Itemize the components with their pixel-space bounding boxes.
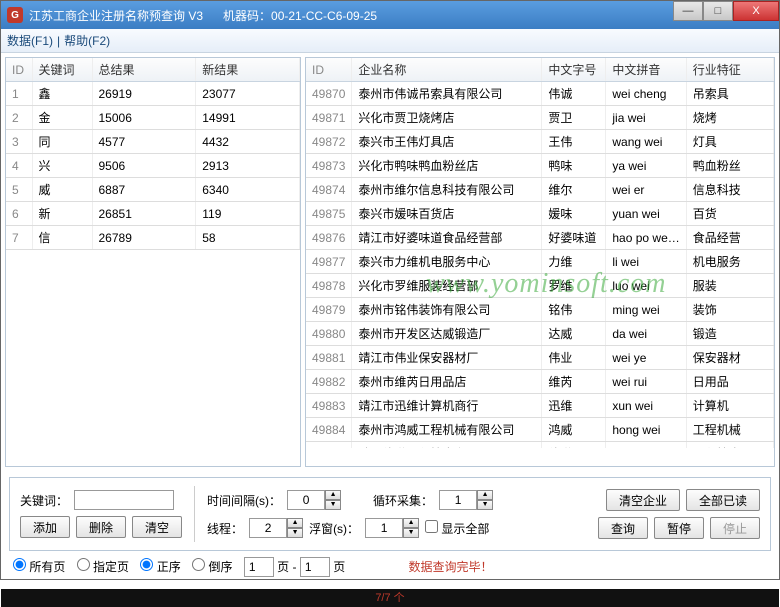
title-bar: G 江苏工商企业注册名称预查询 V3 机器码：00-21-CC-C6-09-25… bbox=[1, 1, 779, 29]
table-row[interactable]: 49871兴化市贾卫烧烤店贾卫jia wei烧烤 bbox=[306, 106, 774, 130]
pause-button[interactable]: 暂停 bbox=[654, 517, 704, 539]
page-to-input[interactable] bbox=[300, 557, 330, 577]
table-row[interactable]: 7信2678958 bbox=[6, 226, 300, 250]
keyword-label: 关键词： bbox=[20, 492, 68, 509]
table-row[interactable]: 5威68876340 bbox=[6, 178, 300, 202]
status-bar: 7/7 个 bbox=[1, 589, 779, 607]
thread-label: 线程： bbox=[207, 520, 243, 537]
float-up[interactable]: ▲ bbox=[403, 518, 419, 528]
table-row[interactable]: 49872泰兴市王伟灯具店王伟wang wei灯具 bbox=[306, 130, 774, 154]
table-row[interactable]: 49874泰州市维尔信息科技有限公司维尔wei er信息科技 bbox=[306, 178, 774, 202]
table-row[interactable]: 4兴95062913 bbox=[6, 154, 300, 178]
column-header[interactable]: 行业特征 bbox=[686, 58, 773, 82]
table-row[interactable]: 49875泰兴市媛味百货店媛味yuan wei百货 bbox=[306, 202, 774, 226]
control-panel: 关键词： 添加 删除 清空 时间间隔(s)： ▲▼ 循环采集： ▲▼ 清空企业 … bbox=[9, 477, 771, 551]
interval-down[interactable]: ▼ bbox=[325, 500, 341, 510]
table-row[interactable]: 6新26851119 bbox=[6, 202, 300, 226]
page-from-input[interactable] bbox=[244, 557, 274, 577]
table-row[interactable]: 49879泰州市铭伟装饰有限公司铭伟ming wei装饰 bbox=[306, 298, 774, 322]
app-icon: G bbox=[7, 7, 23, 23]
loop-down[interactable]: ▼ bbox=[477, 500, 493, 510]
interval-input[interactable] bbox=[287, 490, 325, 510]
float-input[interactable] bbox=[365, 518, 403, 538]
column-header[interactable]: 中文拼音 bbox=[606, 58, 686, 82]
all-read-button[interactable]: 全部已读 bbox=[686, 489, 760, 511]
spec-page-radio[interactable]: 指定页 bbox=[77, 560, 129, 574]
keyword-table-pane: ID关键词总结果新结果 1鑫26919230772金15006149913同45… bbox=[5, 57, 301, 467]
thread-up[interactable]: ▲ bbox=[287, 518, 303, 528]
keyword-input[interactable] bbox=[74, 490, 174, 510]
table-row[interactable]: 49873兴化市鸭味鸭血粉丝店鸭味ya wei鸭血粉丝 bbox=[306, 154, 774, 178]
loop-label: 循环采集： bbox=[373, 492, 433, 509]
machine-code: 机器码：00-21-CC-C6-09-25 bbox=[223, 7, 673, 24]
all-pages-radio[interactable]: 所有页 bbox=[13, 560, 65, 574]
table-row[interactable]: 49881靖江市伟业保安器材厂伟业wei ye保安器材 bbox=[306, 346, 774, 370]
column-header[interactable]: 新结果 bbox=[196, 58, 300, 82]
float-down[interactable]: ▼ bbox=[403, 528, 419, 538]
enterprise-table: ID企业名称中文字号中文拼音行业特征 49870泰州市伟诚吊索具有限公司伟诚we… bbox=[306, 58, 774, 448]
maximize-button[interactable]: □ bbox=[703, 1, 733, 21]
clear-enterprise-button[interactable]: 清空企业 bbox=[606, 489, 680, 511]
status-message: 数据查询完毕！ bbox=[409, 560, 493, 574]
menu-bar: 数据(F1) | 帮助(F2) bbox=[1, 29, 779, 53]
float-label: 浮窗(s)： bbox=[309, 520, 359, 537]
table-row[interactable]: 1鑫2691923077 bbox=[6, 82, 300, 106]
table-row[interactable]: 3同45774432 bbox=[6, 130, 300, 154]
desc-radio[interactable]: 倒序 bbox=[192, 560, 232, 574]
minimize-button[interactable]: — bbox=[673, 1, 703, 21]
enterprise-table-pane: ID企业名称中文字号中文拼音行业特征 49870泰州市伟诚吊索具有限公司伟诚we… bbox=[305, 57, 775, 467]
interval-up[interactable]: ▲ bbox=[325, 490, 341, 500]
loop-up[interactable]: ▲ bbox=[477, 490, 493, 500]
column-header[interactable]: 总结果 bbox=[92, 58, 196, 82]
show-all-checkbox[interactable]: 显示全部 bbox=[425, 520, 489, 537]
delete-button[interactable]: 删除 bbox=[76, 516, 126, 538]
add-button[interactable]: 添加 bbox=[20, 516, 70, 538]
table-row[interactable]: 49878兴化市罗维服装经营部罗维luo wei服装 bbox=[306, 274, 774, 298]
column-header[interactable]: 关键词 bbox=[32, 58, 92, 82]
thread-down[interactable]: ▼ bbox=[287, 528, 303, 538]
window-title: 江苏工商企业注册名称预查询 V3 bbox=[29, 7, 203, 24]
query-button[interactable]: 查询 bbox=[598, 517, 648, 539]
keyword-table: ID关键词总结果新结果 1鑫26919230772金15006149913同45… bbox=[6, 58, 300, 250]
table-row[interactable]: 2金1500614991 bbox=[6, 106, 300, 130]
loop-input[interactable] bbox=[439, 490, 477, 510]
table-row[interactable]: 49885靖江伟道工程技术有限公司伟道wei dao工程技术 bbox=[306, 442, 774, 449]
table-row[interactable]: 49882泰州市维芮日用品店维芮wei rui日用品 bbox=[306, 370, 774, 394]
clear-keyword-button[interactable]: 清空 bbox=[132, 516, 182, 538]
asc-radio[interactable]: 正序 bbox=[140, 560, 180, 574]
table-row[interactable]: 49877泰兴市力维机电服务中心力维li wei机电服务 bbox=[306, 250, 774, 274]
table-row[interactable]: 49870泰州市伟诚吊索具有限公司伟诚wei cheng吊索具 bbox=[306, 82, 774, 106]
thread-input[interactable] bbox=[249, 518, 287, 538]
table-row[interactable]: 49880泰州市开发区达威锻造厂达威da wei锻造 bbox=[306, 322, 774, 346]
column-header[interactable]: ID bbox=[6, 58, 32, 82]
table-row[interactable]: 49884泰州市鸿威工程机械有限公司鸿威hong wei工程机械 bbox=[306, 418, 774, 442]
table-row[interactable]: 49876靖江市好婆味道食品经营部好婆味道hao po we…食品经营 bbox=[306, 226, 774, 250]
interval-label: 时间间隔(s)： bbox=[207, 492, 281, 509]
table-row[interactable]: 49883靖江市迅维计算机商行迅维xun wei计算机 bbox=[306, 394, 774, 418]
column-header[interactable]: 企业名称 bbox=[352, 58, 542, 82]
menu-data[interactable]: 数据(F1) bbox=[7, 32, 53, 49]
column-header[interactable]: ID bbox=[306, 58, 352, 82]
stop-button[interactable]: 停止 bbox=[710, 517, 760, 539]
close-button[interactable]: X bbox=[733, 1, 779, 21]
column-header[interactable]: 中文字号 bbox=[542, 58, 606, 82]
menu-help[interactable]: 帮助(F2) bbox=[64, 32, 110, 49]
